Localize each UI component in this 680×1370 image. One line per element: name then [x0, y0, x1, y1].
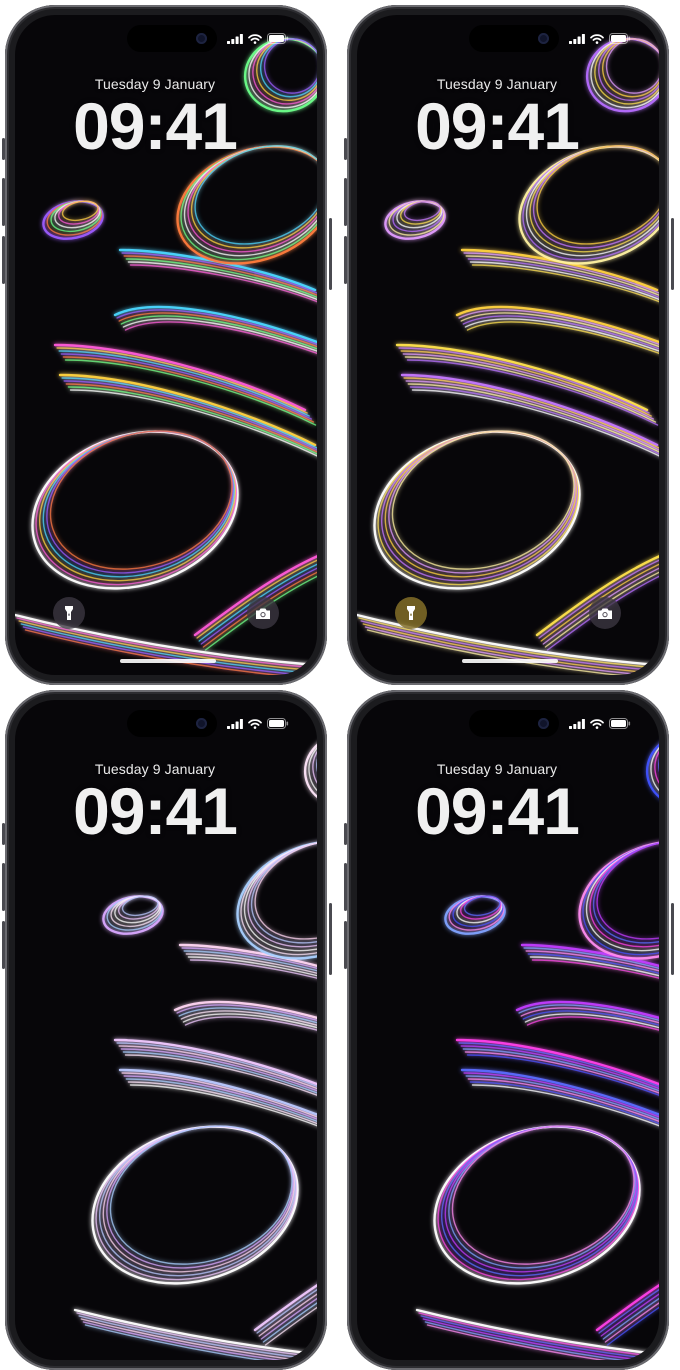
neon-stroke — [22, 626, 309, 675]
status-bar — [227, 33, 289, 44]
flashlight-button[interactable] — [395, 597, 427, 629]
lock-time: 09:41 — [73, 774, 238, 848]
neon-stroke — [180, 953, 317, 1026]
volume-button — [2, 236, 5, 284]
dynamic-island — [469, 25, 559, 52]
lock-time: 09:41 — [415, 89, 580, 163]
volume-button — [344, 236, 347, 284]
volume-button — [344, 178, 347, 226]
action-button — [344, 138, 347, 160]
neon-stroke — [264, 1306, 317, 1346]
neon-stroke — [91, 1125, 299, 1285]
lock-screen[interactable]: Tuesday 9 January 09:41 — [357, 700, 659, 1360]
flashlight-icon — [407, 606, 415, 620]
volume-button — [344, 921, 347, 969]
phone-mockup: Tuesday 9 January 09:41 — [347, 5, 669, 685]
camera-button[interactable] — [247, 597, 279, 629]
neon-stroke — [262, 1302, 317, 1343]
phone-mockup: Tuesday 9 January 09:41 — [5, 690, 327, 1370]
dynamic-island — [127, 25, 217, 52]
power-button — [671, 903, 674, 975]
neon-stroke — [364, 626, 651, 675]
status-bar — [227, 718, 289, 729]
status-bar — [569, 33, 631, 44]
neon-stroke — [604, 1302, 659, 1343]
neon-stroke — [582, 840, 659, 956]
neon-stroke — [451, 1125, 635, 1265]
front-camera-lens — [196, 33, 207, 44]
lock-screen[interactable]: Tuesday 9 January 09:41 — [15, 15, 317, 675]
wifi-icon — [248, 33, 262, 44]
power-button — [329, 903, 332, 975]
neon-stroke — [595, 1283, 659, 1332]
battery-icon — [267, 33, 289, 44]
camera-icon — [598, 608, 612, 619]
neon-stroke — [109, 1125, 293, 1265]
cellular-signal-icon — [569, 33, 585, 44]
lock-time: 09:41 — [73, 89, 238, 163]
neon-stroke — [391, 430, 575, 570]
wifi-icon — [590, 718, 604, 729]
cellular-signal-icon — [227, 718, 243, 729]
wifi-icon — [248, 718, 262, 729]
volume-button — [344, 863, 347, 911]
front-camera-lens — [538, 718, 549, 729]
battery-icon — [609, 33, 631, 44]
battery-icon — [609, 718, 631, 729]
volume-button — [2, 178, 5, 226]
cellular-signal-icon — [569, 718, 585, 729]
phone-mockup: Tuesday 9 January 09:41 — [347, 690, 669, 1370]
front-camera-lens — [538, 33, 549, 44]
front-camera-lens — [196, 718, 207, 729]
neon-stroke — [522, 953, 659, 1026]
phone-mockup: Tuesday 9 January 09:41 — [5, 5, 327, 685]
power-button — [329, 218, 332, 290]
home-indicator[interactable] — [462, 659, 558, 663]
action-button — [2, 823, 5, 845]
dynamic-island — [469, 710, 559, 737]
cellular-signal-icon — [227, 33, 243, 44]
volume-button — [2, 921, 5, 969]
action-button — [344, 823, 347, 845]
neon-stroke — [433, 1125, 641, 1285]
flashlight-icon — [65, 606, 73, 620]
camera-icon — [256, 608, 270, 619]
neon-stroke — [253, 1283, 317, 1332]
neon-stroke — [240, 840, 317, 956]
neon-stroke — [606, 1306, 659, 1346]
power-button — [671, 218, 674, 290]
lock-time: 09:41 — [415, 774, 580, 848]
action-button — [2, 138, 5, 160]
wifi-icon — [590, 33, 604, 44]
camera-button[interactable] — [589, 597, 621, 629]
dynamic-island — [127, 710, 217, 737]
lock-screen[interactable]: Tuesday 9 January 09:41 — [15, 700, 317, 1360]
flashlight-button[interactable] — [53, 597, 85, 629]
neon-stroke — [49, 430, 233, 570]
volume-button — [2, 863, 5, 911]
home-indicator[interactable] — [120, 659, 216, 663]
status-bar — [569, 718, 631, 729]
lock-screen[interactable]: Tuesday 9 January 09:41 — [357, 15, 659, 675]
battery-icon — [267, 718, 289, 729]
